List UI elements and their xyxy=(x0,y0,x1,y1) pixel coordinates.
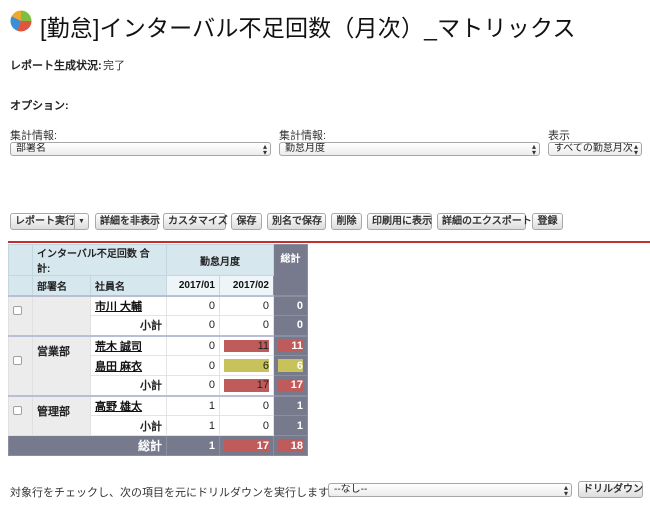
subtotal-total-cell: 1 xyxy=(273,415,308,436)
employee-link[interactable]: 荒木 誠司 xyxy=(90,334,167,356)
month-header-2017-02: 2017/02 xyxy=(219,275,274,296)
value-cell: 1 xyxy=(166,394,220,416)
employee-link[interactable]: 高野 雄太 xyxy=(90,394,167,416)
delete-button[interactable]: 削除 xyxy=(331,213,362,230)
subscribe-button[interactable]: 登録 xyxy=(532,213,563,230)
subtotal-cell: 1 xyxy=(166,415,220,436)
employee-link[interactable]: 島田 麻衣 xyxy=(90,355,167,376)
value-cell: 0 xyxy=(166,355,220,376)
subtotal-cell: 0 xyxy=(166,375,220,396)
select-arrows-icon: ▴ ▾ xyxy=(633,142,638,156)
divider xyxy=(8,241,650,243)
grand-total-row: 総計 1 17 18 xyxy=(8,435,308,456)
summarize-by-label-1: 集計情報: xyxy=(10,130,58,142)
select-arrows-icon: ▴ ▾ xyxy=(262,142,267,156)
row-checkbox[interactable] xyxy=(13,305,22,315)
subtotal-cell: 0 xyxy=(219,315,274,336)
row-checkbox-cell xyxy=(8,394,33,436)
row-total-cell: 1 xyxy=(273,394,308,416)
save-as-button[interactable]: 別名で保存 xyxy=(267,213,326,230)
customize-button[interactable]: カスタマイズ xyxy=(163,213,228,230)
subtotal-cell: 0 xyxy=(219,415,274,436)
run-report-dropdown-icon[interactable]: ▼ xyxy=(74,214,88,229)
subtotal-cell-highlight-red: 17 xyxy=(219,375,274,396)
value-cell-highlight-yellow: 6 xyxy=(219,355,274,376)
dept-cell: 管理部 xyxy=(32,394,91,436)
show-select[interactable]: すべての勤怠月次 ▴ ▾ xyxy=(548,142,642,156)
page-title: [勤怠]インターバル不足回数（月次）_マトリックス xyxy=(40,15,576,41)
row-header-dept: 部署名 xyxy=(32,275,91,296)
subtotal-total-cell: 0 xyxy=(273,315,308,336)
matrix-report-table: インターバル不足回数 合計: 勤怠月度 総計 部署名 社員名 2017/01 2… xyxy=(8,244,308,456)
subtotal-total-cell-highlight-red: 17 xyxy=(273,375,308,396)
row-checkbox-cell xyxy=(8,334,33,396)
grand-total-column-header: 総計 xyxy=(273,244,308,296)
summarize-by-select-1[interactable]: 部署名 ▴ ▾ xyxy=(10,142,271,156)
dept-cell: 営業部 xyxy=(32,334,91,396)
header-spacer xyxy=(8,244,33,276)
table-row: 営業部 荒木 誠司 0 11 11 xyxy=(8,334,308,396)
report-status-label: レポート生成状況: xyxy=(10,60,102,72)
report-chart-logo-icon xyxy=(9,9,33,33)
printable-view-button[interactable]: 印刷用に表示 xyxy=(367,213,432,230)
value-cell: 0 xyxy=(219,394,274,416)
dept-cell xyxy=(32,294,91,336)
row-total-cell-highlight-yellow: 6 xyxy=(273,355,308,376)
row-checkbox[interactable] xyxy=(13,355,22,365)
export-details-button[interactable]: 詳細のエクスポート xyxy=(437,213,532,230)
summarize-by-select-2[interactable]: 勤怠月度 ▴ ▾ xyxy=(279,142,540,156)
hide-details-button[interactable]: 詳細を非表示 xyxy=(95,213,160,230)
row-header-employee: 社員名 xyxy=(90,275,167,296)
drilldown-button[interactable]: ドリルダウン xyxy=(578,481,643,498)
report-status-value: 完了 xyxy=(103,60,125,72)
row-checkbox-cell xyxy=(8,294,33,336)
table-row: 管理部 高野 雄太 1 0 1 xyxy=(8,394,308,436)
grand-total-cell-highlight-red: 17 xyxy=(219,435,274,456)
corner-label: インターバル不足回数 合計: xyxy=(32,244,167,276)
row-checkbox[interactable] xyxy=(13,405,22,415)
subtotal-label: 小計 xyxy=(90,415,167,436)
header-spacer xyxy=(8,275,33,296)
grand-total-cell: 1 xyxy=(166,435,220,456)
select-arrows-icon: ▴ ▾ xyxy=(531,142,536,156)
show-label: 表示 xyxy=(548,130,570,142)
drilldown-instructions: 対象行をチェックし、次の項目を元にドリルダウンを実行します。 xyxy=(10,487,339,499)
value-cell: 0 xyxy=(219,294,274,316)
select-arrows-icon: ▴ ▾ xyxy=(563,483,568,497)
value-cell: 0 xyxy=(166,294,220,316)
drilldown-select[interactable]: --なし-- ▴ ▾ xyxy=(328,483,572,497)
subtotal-label: 小計 xyxy=(90,315,167,336)
grand-total-label: 総計 xyxy=(8,435,167,456)
value-cell: 0 xyxy=(166,334,220,356)
save-button[interactable]: 保存 xyxy=(231,213,262,230)
table-row: 市川 大輔 0 0 0 xyxy=(8,294,308,336)
employee-link[interactable]: 市川 大輔 xyxy=(90,294,167,316)
subtotal-cell: 0 xyxy=(166,315,220,336)
value-cell-highlight-red: 11 xyxy=(219,334,274,356)
summarize-by-label-2: 集計情報: xyxy=(279,130,327,142)
row-total-cell-highlight-red: 11 xyxy=(273,334,308,356)
column-group-label: 勤怠月度 xyxy=(166,244,274,276)
run-report-button[interactable]: レポート実行 ▼ xyxy=(10,213,89,230)
month-header-2017-01: 2017/01 xyxy=(166,275,220,296)
row-total-cell: 0 xyxy=(273,294,308,316)
subtotal-label: 小計 xyxy=(90,375,167,396)
options-label: オプション: xyxy=(10,100,69,112)
grand-total-overall-cell: 18 xyxy=(273,435,308,456)
